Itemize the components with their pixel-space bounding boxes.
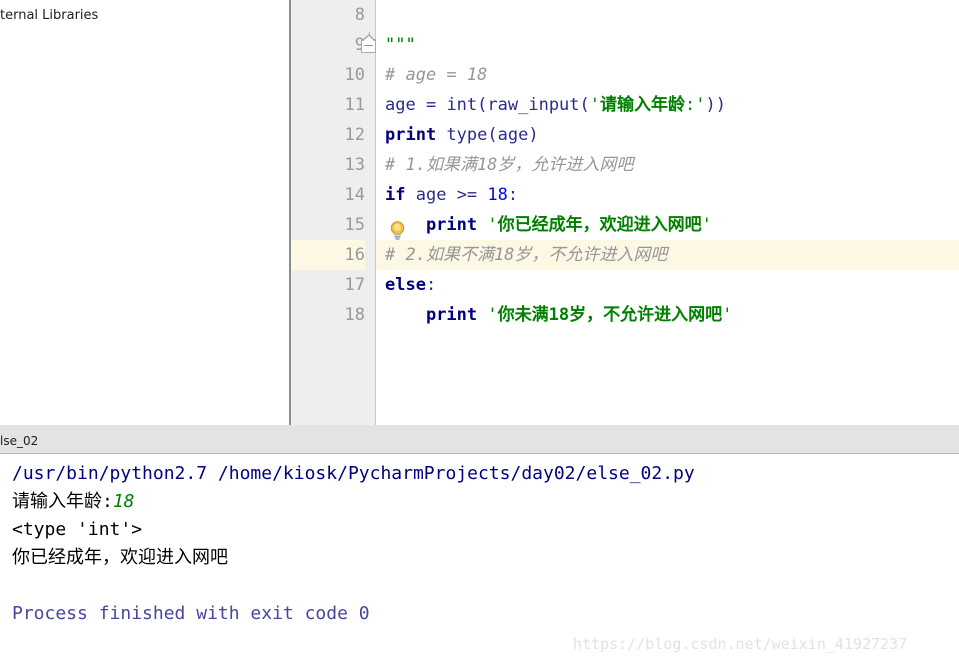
- console-text: Process finished with exit code 0: [12, 603, 370, 624]
- code-text-line-18[interactable]: print '你未满18岁，不允许进入网吧': [376, 300, 959, 330]
- line-number-11[interactable]: 11: [291, 90, 365, 120]
- console-line-6: Process finished with exit code 0: [12, 600, 959, 628]
- token: age: [497, 125, 529, 145]
- token: type: [446, 125, 488, 145]
- token: raw_input: [487, 95, 580, 115]
- editor-line-10[interactable]: 10 # age = 18: [291, 60, 959, 90]
- editor-line-11[interactable]: 11 age = int(raw_input('请输入年龄:')): [291, 90, 959, 120]
- run-tab-strip[interactable]: lse_02: [0, 431, 959, 454]
- token: print: [385, 125, 437, 145]
- fold-roof-inner: [362, 36, 375, 42]
- editor-line-8[interactable]: 8: [291, 0, 959, 30]
- token: :: [685, 95, 696, 115]
- token: # age = 18: [385, 65, 488, 85]
- code-text-line-17[interactable]: else:: [376, 270, 959, 300]
- project-tree-item-external-libraries[interactable]: ternal Libraries: [0, 8, 98, 23]
- token: )): [705, 95, 727, 115]
- line-number-8[interactable]: 8: [291, 0, 365, 30]
- token: ': [589, 95, 601, 115]
- watermark: https://blog.csdn.net/weixin_41927237: [573, 635, 908, 653]
- fold-dash: [364, 45, 373, 46]
- code-text-line-9[interactable]: """: [376, 30, 959, 60]
- editor-line-16[interactable]: 16 # 2.如果不满18岁，不允许进入网吧: [291, 240, 959, 270]
- token: print: [425, 215, 478, 235]
- code-text-line-14[interactable]: if age >= 18:: [376, 180, 959, 210]
- console-line-4: 你已经成年，欢迎进入网吧: [12, 544, 959, 572]
- token: 你未满18岁，不允许进入网吧: [497, 305, 723, 325]
- token: 18: [487, 185, 508, 205]
- token: """: [385, 35, 416, 55]
- run-tab-else_02[interactable]: lse_02: [0, 434, 38, 448]
- token: ': [701, 215, 712, 235]
- editor-line-14[interactable]: 14 if age >= 18:: [291, 180, 959, 210]
- token: 你已经成年，欢迎进入网吧: [497, 215, 702, 235]
- line-number-13[interactable]: 13: [291, 150, 365, 180]
- editor-line-9[interactable]: 9 """: [291, 30, 959, 60]
- line-number-18[interactable]: 18: [291, 300, 365, 330]
- code-editor[interactable]: 8 9 """ 10 # age = 18 11 age = int(raw_input('…: [291, 0, 959, 425]
- token: age: [385, 95, 416, 115]
- token: else: [385, 275, 426, 295]
- code-text-line-10[interactable]: # age = 18: [376, 60, 959, 90]
- token: int: [446, 95, 478, 115]
- code-text-line-13[interactable]: # 1.如果满18岁，允许进入网吧: [376, 150, 959, 180]
- token: # 1.如果满18岁，允许进入网吧: [385, 155, 634, 175]
- code-text-line-11[interactable]: age = int(raw_input('请输入年龄:')): [376, 90, 959, 120]
- token: print: [425, 305, 478, 325]
- token: ': [722, 305, 733, 325]
- run-tool-window[interactable]: lse_02 /usr/bin/python2.7 /home/kiosk/Py…: [0, 425, 959, 666]
- code-fold-marker-icon[interactable]: [361, 32, 378, 55]
- console-prompt: 请输入年龄:: [12, 491, 113, 512]
- token: :: [425, 275, 437, 295]
- editor-line-13[interactable]: 13 # 1.如果满18岁，允许进入网吧: [291, 150, 959, 180]
- token: if: [385, 185, 406, 205]
- token: (: [487, 125, 498, 145]
- line-number-9[interactable]: 9: [291, 30, 365, 60]
- token: ': [487, 305, 498, 325]
- console-line-1: /usr/bin/python2.7 /home/kiosk/PycharmPr…: [12, 460, 959, 488]
- project-tool-window[interactable]: ternal Libraries: [0, 0, 289, 425]
- line-number-10[interactable]: 10: [291, 60, 365, 90]
- console-line-3: <type 'int'>: [12, 516, 959, 544]
- console-line-5: [12, 572, 959, 600]
- line-number-12[interactable]: 12: [291, 120, 365, 150]
- token: (: [477, 95, 488, 115]
- code-text-line-16[interactable]: # 2.如果不满18岁，不允许进入网吧: [376, 240, 959, 270]
- line-number-17[interactable]: 17: [291, 270, 365, 300]
- line-number-16[interactable]: 16: [291, 240, 365, 270]
- token: ': [487, 215, 498, 235]
- token: (: [579, 95, 590, 115]
- editor-lines[interactable]: 8 9 """ 10 # age = 18 11 age = int(raw_input('…: [291, 0, 959, 330]
- token: ': [695, 95, 706, 115]
- token: # 2.如果不满18岁，不允许进入网吧: [385, 245, 668, 265]
- console-line-2: 请输入年龄:18: [12, 488, 959, 516]
- lightbulb-icon[interactable]: [390, 221, 405, 240]
- code-text-line-15[interactable]: print '你已经成年，欢迎进入网吧': [376, 210, 959, 240]
- editor-line-18[interactable]: 18 print '你未满18岁，不允许进入网吧': [291, 300, 959, 330]
- editor-line-12[interactable]: 12 print type(age): [291, 120, 959, 150]
- token: age: [415, 185, 447, 205]
- line-number-14[interactable]: 14: [291, 180, 365, 210]
- console-text: /usr/bin/python2.7 /home/kiosk/PycharmPr…: [12, 463, 695, 484]
- token: =: [415, 95, 447, 115]
- console-text: <type 'int'>: [12, 519, 143, 540]
- token: 请输入年龄: [600, 95, 686, 115]
- token: >=: [446, 185, 488, 205]
- token: :: [507, 185, 519, 205]
- code-text-line-12[interactable]: print type(age): [376, 120, 959, 150]
- editor-line-17[interactable]: 17 else:: [291, 270, 959, 300]
- console-text: 你已经成年，欢迎进入网吧: [12, 547, 228, 568]
- console-user-input: 18: [112, 491, 135, 512]
- code-text-line-8[interactable]: [376, 0, 959, 30]
- line-number-15[interactable]: 15: [291, 210, 365, 240]
- token: ): [528, 125, 539, 145]
